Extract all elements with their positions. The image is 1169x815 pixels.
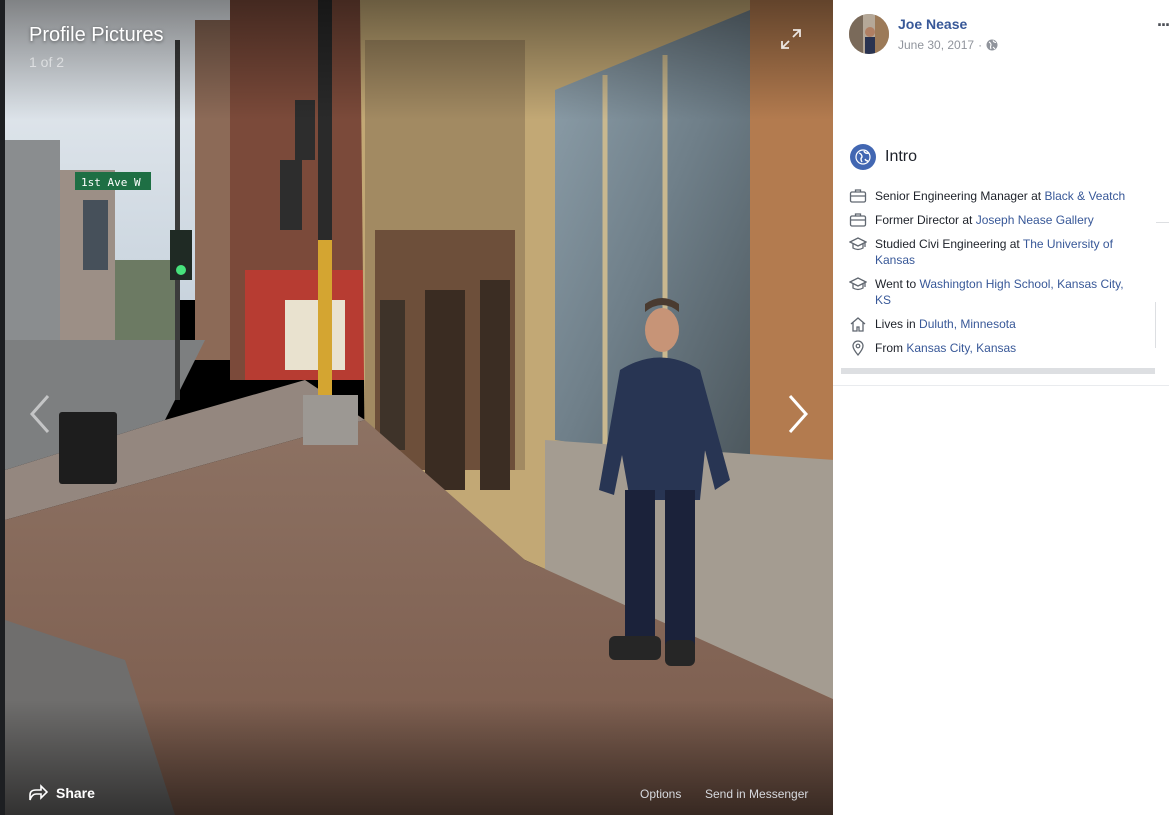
intro-item-prefix: Studied Civi Engineering at: [875, 237, 1023, 251]
intro-item-prefix: Lives in: [875, 317, 920, 331]
intro-item-high-school: Went to Washington High School, Kansas C…: [849, 276, 1139, 308]
previous-photo-button[interactable]: [26, 392, 54, 436]
expand-icon: [781, 29, 801, 49]
photo-viewer: 1st Ave W Profile Pictures 1 of 2 Share …: [0, 0, 833, 815]
intro-list: Senior Engineering Manager at Black & Ve…: [849, 188, 1139, 364]
briefcase-icon: [849, 213, 867, 227]
employer-link[interactable]: Black & Veatch: [1044, 189, 1125, 203]
meta-separator: ·: [978, 38, 983, 52]
graduation-cap-icon: [849, 237, 867, 251]
street-sign-text: 1st Ave W: [81, 176, 141, 189]
current-city-link[interactable]: Duluth, Minnesota: [919, 317, 1016, 331]
intro-card-bottom-border: [841, 368, 1155, 374]
intro-item-current-city: Lives in Duluth, Minnesota: [849, 316, 1139, 332]
share-button[interactable]: Share: [28, 784, 95, 802]
intro-item-prefix: Went to: [875, 277, 920, 291]
house-icon: [850, 317, 866, 332]
poster-name[interactable]: Joe Nease: [898, 16, 967, 32]
post-side-panel: Joe Nease June 30, 2017 · ... Intro Seni…: [833, 0, 1169, 815]
street-scene-image: 1st Ave W: [5, 0, 833, 815]
chevron-right-icon: [788, 395, 809, 433]
intro-header: Intro: [850, 144, 917, 170]
location-pin-icon: [852, 340, 864, 356]
globe-icon[interactable]: [986, 39, 998, 51]
section-separator: [833, 385, 1169, 386]
options-link[interactable]: Options: [640, 787, 681, 801]
intro-item-prefix: From: [875, 341, 907, 355]
next-photo-button[interactable]: [784, 392, 812, 436]
intro-item-college: Studied Civi Engineering at The Universi…: [849, 236, 1139, 268]
send-in-messenger-link[interactable]: Send in Messenger: [705, 787, 808, 801]
chevron-left-icon: [29, 395, 50, 433]
intro-title: Intro: [885, 148, 918, 165]
viewer-action-bar: Share Options Send in Messenger: [0, 770, 833, 815]
intro-item-hometown: From Kansas City, Kansas: [849, 340, 1139, 356]
intro-item-work: Senior Engineering Manager at Black & Ve…: [849, 188, 1139, 204]
graduation-cap-icon: [849, 277, 867, 291]
briefcase-icon: [849, 189, 867, 203]
album-title[interactable]: Profile Pictures: [29, 24, 164, 47]
intro-item-former-work: Former Director at Joseph Nease Gallery: [849, 212, 1139, 228]
panel-divider-vertical: [1155, 302, 1156, 348]
share-label: Share: [56, 785, 95, 801]
former-employer-link[interactable]: Joseph Nease Gallery: [976, 213, 1094, 227]
intro-card: Intro Senior Engineering Manager at Blac…: [841, 136, 1155, 376]
intro-item-prefix: Senior Engineering Manager at: [875, 189, 1045, 203]
intro-item-prefix: Former Director at: [875, 213, 976, 227]
avatar[interactable]: [849, 14, 889, 54]
expand-button[interactable]: [780, 28, 802, 50]
panel-divider: [1156, 222, 1169, 223]
intro-globe-icon: [850, 144, 876, 170]
more-options-button[interactable]: ...: [1157, 11, 1169, 30]
avatar-image: [849, 14, 889, 54]
share-arrow-icon: [29, 784, 48, 801]
post-meta: June 30, 2017 ·: [898, 38, 998, 52]
profile-photo[interactable]: 1st Ave W: [5, 0, 833, 815]
hometown-link[interactable]: Kansas City, Kansas: [906, 341, 1016, 355]
photo-counter: 1 of 2: [29, 54, 65, 70]
post-date[interactable]: June 30, 2017: [898, 38, 974, 52]
